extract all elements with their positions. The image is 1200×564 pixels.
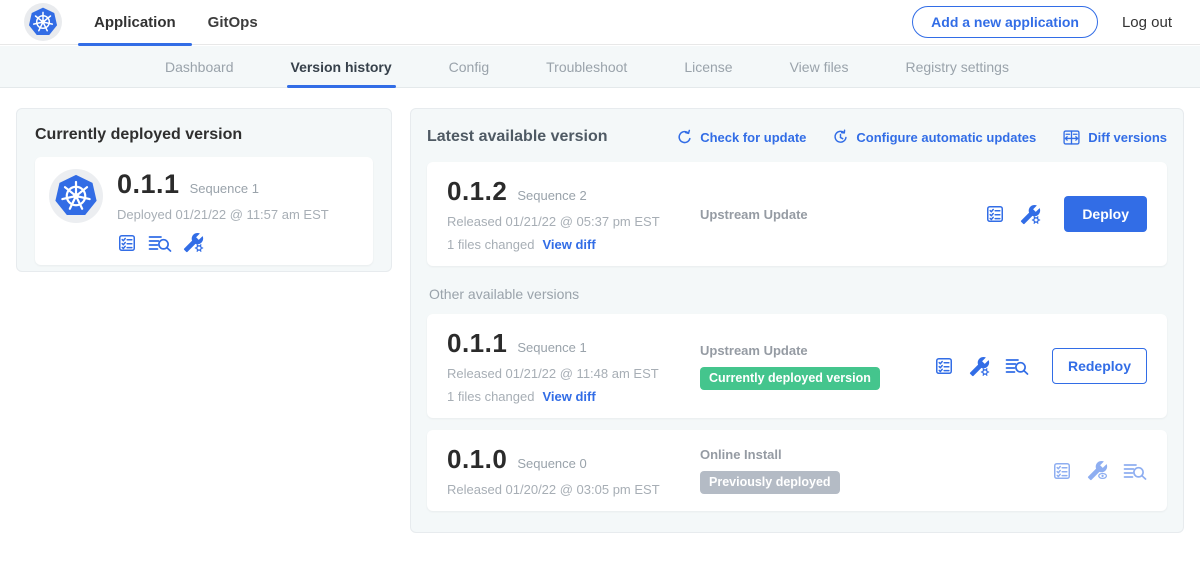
row-actions: Deploy: [985, 196, 1147, 232]
view-diff-link[interactable]: View diff: [542, 389, 595, 404]
other-available-versions-title: Other available versions: [429, 286, 1167, 302]
previously-deployed-badge: Previously deployed: [700, 471, 840, 494]
version-row-0-1-2: 0.1.2 Sequence 2 Released 01/21/22 @ 05:…: [427, 162, 1167, 266]
edit-config-wrench-gear-icon[interactable]: [1020, 204, 1041, 225]
tab-license[interactable]: License: [684, 46, 732, 88]
tab-dashboard[interactable]: Dashboard: [165, 46, 234, 88]
version-row-0-1-1: 0.1.1 Sequence 1 Released 01/21/22 @ 11:…: [427, 314, 1167, 418]
diff-versions-label: Diff versions: [1088, 130, 1167, 145]
version-history-panel: Latest available version Check for updat…: [410, 108, 1184, 533]
version-source: Upstream Update Currently deployed versi…: [700, 343, 934, 390]
view-diff-link[interactable]: View diff: [542, 237, 595, 252]
tab-config[interactable]: Config: [449, 46, 489, 88]
release-notes-icon[interactable]: [1052, 461, 1072, 481]
version-row-0-1-0: 0.1.0 Sequence 0 Released 01/20/22 @ 03:…: [427, 430, 1167, 511]
source-label: Upstream Update: [700, 343, 934, 358]
released-timestamp: Released 01/21/22 @ 05:37 pm EST: [447, 214, 700, 229]
sequence-label: Sequence 2: [517, 188, 586, 203]
kubernetes-logo-icon: [28, 7, 58, 37]
released-timestamp: Released 01/21/22 @ 11:48 am EST: [447, 366, 700, 381]
currently-deployed-version-card: 0.1.1 Sequence 1 Deployed 01/21/22 @ 11:…: [35, 157, 373, 265]
deployed-version-number: 0.1.1: [117, 169, 180, 200]
tab-version-history[interactable]: Version history: [291, 46, 392, 88]
released-timestamp: Released 01/20/22 @ 03:05 pm EST: [447, 482, 700, 497]
release-notes-icon[interactable]: [985, 204, 1005, 224]
tab-gitops[interactable]: GitOps: [192, 0, 274, 45]
release-notes-icon[interactable]: [934, 356, 954, 376]
currently-deployed-title: Currently deployed version: [35, 126, 373, 144]
check-for-update-link[interactable]: Check for update: [676, 129, 806, 146]
latest-version-title: Latest available version: [427, 128, 608, 146]
sequence-label: Sequence 1: [517, 340, 586, 355]
row-actions: Redeploy: [934, 348, 1147, 384]
tab-troubleshoot[interactable]: Troubleshoot: [546, 46, 627, 88]
split-diff-icon: [1062, 128, 1081, 147]
header-right: Add a new application Log out: [912, 6, 1200, 38]
edit-config-wrench-gear-icon[interactable]: [969, 356, 990, 377]
deployed-sequence-label: Sequence 1: [190, 181, 259, 196]
sequence-label: Sequence 0: [517, 456, 586, 471]
currently-deployed-badge: Currently deployed version: [700, 367, 880, 390]
deployed-timestamp: Deployed 01/21/22 @ 11:57 am EST: [117, 207, 329, 222]
app-icon-badge: [49, 169, 103, 223]
app-logo: [24, 3, 62, 41]
tab-gitops-label: GitOps: [208, 14, 258, 31]
redeploy-button[interactable]: Redeploy: [1052, 348, 1147, 384]
add-new-application-button[interactable]: Add a new application: [912, 6, 1098, 38]
tab-registry-settings[interactable]: Registry settings: [905, 46, 1008, 88]
view-diff-lines-icon[interactable]: [1123, 461, 1147, 481]
source-label: Upstream Update: [700, 207, 985, 222]
check-for-update-label: Check for update: [700, 130, 806, 145]
diff-versions-link[interactable]: Diff versions: [1062, 128, 1167, 147]
version-info: 0.1.2 Sequence 2 Released 01/21/22 @ 05:…: [447, 176, 700, 252]
configure-automatic-updates-label: Configure automatic updates: [856, 130, 1036, 145]
latest-version-header: Latest available version Check for updat…: [427, 124, 1167, 150]
version-source: Online Install Previously deployed: [700, 447, 1052, 494]
currently-deployed-card: Currently deployed version 0.1.1 Sequenc…: [16, 108, 392, 272]
version-info: 0.1.1 Sequence 1 Released 01/21/22 @ 11:…: [447, 328, 700, 404]
app-subnav: Dashboard Version history Config Trouble…: [0, 46, 1200, 88]
row-actions: [1052, 460, 1147, 481]
deployed-action-icons: [117, 232, 329, 253]
view-diff-lines-icon[interactable]: [1005, 356, 1029, 376]
logout-link[interactable]: Log out: [1122, 14, 1172, 31]
version-info: 0.1.0 Sequence 0 Released 01/20/22 @ 03:…: [447, 444, 700, 497]
app-header: Application GitOps Add a new application…: [0, 0, 1200, 45]
version-source: Upstream Update: [700, 207, 985, 222]
refresh-icon: [676, 129, 693, 146]
release-notes-icon[interactable]: [117, 233, 137, 253]
tab-application-label: Application: [94, 14, 176, 31]
configure-automatic-updates-link[interactable]: Configure automatic updates: [832, 129, 1036, 146]
tab-application[interactable]: Application: [78, 0, 192, 45]
deploy-button[interactable]: Deploy: [1064, 196, 1147, 232]
version-number: 0.1.2: [447, 176, 507, 207]
source-label: Online Install: [700, 447, 1052, 462]
panel-actions: Check for update Configure automatic upd…: [676, 128, 1167, 147]
view-diff-lines-icon[interactable]: [148, 233, 172, 253]
deployed-version-info: 0.1.1 Sequence 1 Deployed 01/21/22 @ 11:…: [117, 169, 329, 253]
clock-refresh-icon: [832, 129, 849, 146]
kots-admin-console: Application GitOps Add a new application…: [0, 0, 1200, 564]
files-changed-label: 1 files changed: [447, 237, 534, 252]
files-changed-label: 1 files changed: [447, 389, 534, 404]
kubernetes-logo-icon: [54, 174, 98, 218]
tab-view-files[interactable]: View files: [790, 46, 849, 88]
version-number: 0.1.0: [447, 444, 507, 475]
view-config-wrench-eye-icon[interactable]: [1087, 460, 1108, 481]
edit-config-wrench-gear-icon[interactable]: [183, 232, 204, 253]
version-number: 0.1.1: [447, 328, 507, 359]
